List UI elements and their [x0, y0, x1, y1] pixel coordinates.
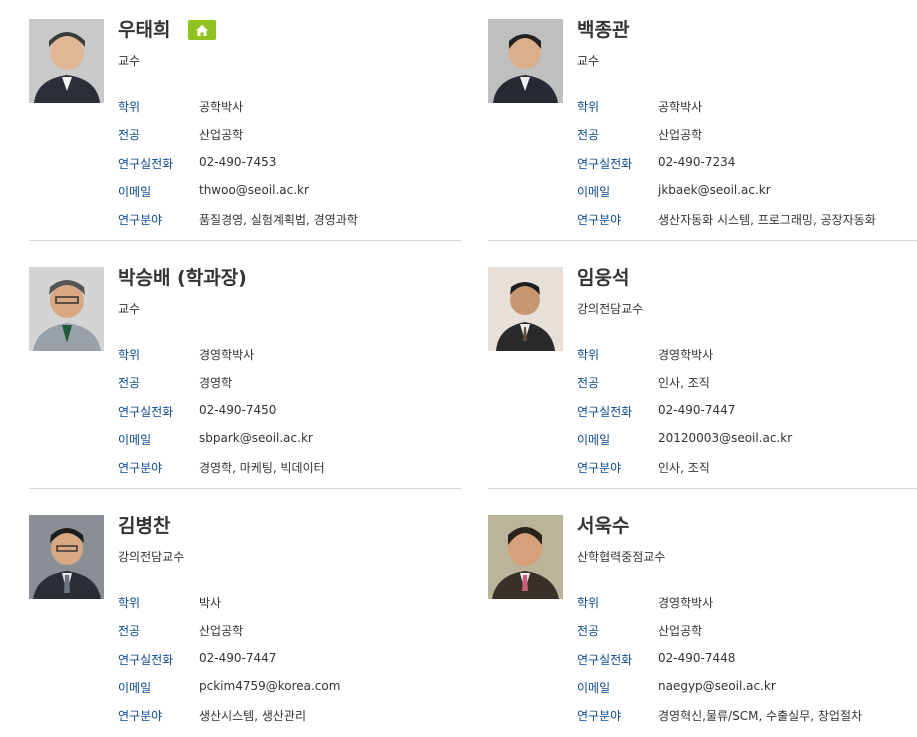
professor-card: 박승배 (학과장) 교수 학위 경영학박사 전공 경영학 연구실전화 02-490-7… — [29, 248, 461, 489]
major-value: 경영학 — [199, 376, 233, 390]
email-value[interactable]: thwoo@seoil.ac.kr — [199, 183, 309, 197]
degree-label: 학위 — [577, 348, 600, 362]
phone-label: 연구실전화 — [577, 405, 633, 419]
phone-label: 연구실전화 — [118, 405, 174, 419]
degree-value: 경영학박사 — [658, 596, 714, 610]
research-value: 경영학, 마케팅, 빅데이터 — [199, 461, 325, 475]
professor-name: 백종관 — [577, 19, 630, 41]
professor-position: 교수 — [118, 302, 141, 316]
degree-label: 학위 — [577, 100, 600, 114]
email-value[interactable]: sbpark@seoil.ac.kr — [199, 431, 313, 445]
phone-value: 02-490-7447 — [658, 403, 736, 417]
research-value: 생산자동화 시스템, 프로그래밍, 공장자동화 — [658, 213, 876, 227]
research-label: 연구분야 — [118, 213, 163, 227]
degree-value: 박사 — [199, 596, 222, 610]
professor-photo — [488, 267, 563, 351]
homepage-button[interactable] — [188, 20, 216, 40]
degree-label: 학위 — [118, 100, 141, 114]
major-label: 전공 — [577, 128, 600, 142]
research-value: 품질경영, 실험계획법, 경영과학 — [199, 213, 358, 227]
major-label: 전공 — [118, 624, 141, 638]
professor-card: 우태희 교수 학위 공학박사 전공 산업공학 연구실전화 02-490-7453 이메… — [29, 0, 461, 241]
research-value: 생산시스템, 생산관리 — [199, 709, 306, 723]
email-label: 이메일 — [118, 185, 152, 199]
major-value: 인사, 조직 — [658, 376, 710, 390]
professor-card: 임웅석 강의전담교수 학위 경영학박사 전공 인사, 조직 연구실전화 02-490-… — [488, 248, 917, 489]
professor-photo — [29, 267, 104, 351]
professor-name: 우태희 — [118, 19, 171, 41]
phone-label: 연구실전화 — [118, 653, 174, 667]
research-label: 연구분야 — [577, 709, 622, 723]
major-label: 전공 — [118, 376, 141, 390]
email-label: 이메일 — [577, 185, 611, 199]
professor-position: 강의전담교수 — [577, 302, 644, 316]
degree-label: 학위 — [118, 348, 141, 362]
major-value: 산업공학 — [658, 128, 703, 142]
major-label: 전공 — [577, 376, 600, 390]
research-label: 연구분야 — [118, 461, 163, 475]
degree-label: 학위 — [577, 596, 600, 610]
professor-photo — [488, 19, 563, 103]
degree-value: 공학박사 — [199, 100, 244, 114]
major-label: 전공 — [118, 128, 141, 142]
professor-position: 산학협력중점교수 — [577, 550, 666, 564]
research-value: 인사, 조직 — [658, 461, 710, 475]
email-label: 이메일 — [118, 681, 152, 695]
phone-value: 02-490-7448 — [658, 651, 736, 665]
email-value[interactable]: naegyp@seoil.ac.kr — [658, 679, 776, 693]
phone-value: 02-490-7234 — [658, 155, 736, 169]
major-value: 산업공학 — [658, 624, 703, 638]
professor-name: 박승배 (학과장) — [118, 267, 247, 289]
professor-photo — [488, 515, 563, 599]
professor-position: 교수 — [118, 54, 141, 68]
research-label: 연구분야 — [118, 709, 163, 723]
major-label: 전공 — [577, 624, 600, 638]
professor-name: 서욱수 — [577, 515, 630, 537]
email-label: 이메일 — [577, 681, 611, 695]
major-value: 산업공학 — [199, 624, 244, 638]
phone-label: 연구실전화 — [118, 157, 174, 171]
email-label: 이메일 — [118, 433, 152, 447]
degree-value: 경영학박사 — [199, 348, 255, 362]
professor-position: 강의전담교수 — [118, 550, 185, 564]
degree-value: 공학박사 — [658, 100, 703, 114]
research-label: 연구분야 — [577, 461, 622, 475]
email-value[interactable]: 20120003@seoil.ac.kr — [658, 431, 792, 445]
phone-value: 02-490-7453 — [199, 155, 277, 169]
phone-value: 02-490-7447 — [199, 651, 277, 665]
professor-photo — [29, 515, 104, 599]
professor-card: 백종관 교수 학위 공학박사 전공 산업공학 연구실전화 02-490-7234 이메… — [488, 0, 917, 241]
professor-card: 김병찬 강의전담교수 학위 박사 전공 산업공학 연구실전화 02-490-7447 … — [29, 496, 461, 736]
research-value: 경영혁신,물류/SCM, 수출실무, 창업절차 — [658, 709, 863, 723]
email-value[interactable]: pckim4759@korea.com — [199, 679, 340, 693]
phone-label: 연구실전화 — [577, 157, 633, 171]
major-value: 산업공학 — [199, 128, 244, 142]
email-value[interactable]: jkbaek@seoil.ac.kr — [658, 183, 771, 197]
email-label: 이메일 — [577, 433, 611, 447]
phone-value: 02-490-7450 — [199, 403, 277, 417]
professor-position: 교수 — [577, 54, 600, 68]
home-icon — [196, 24, 208, 36]
professor-photo — [29, 19, 104, 103]
degree-label: 학위 — [118, 596, 141, 610]
professor-name: 임웅석 — [577, 267, 630, 289]
professor-name: 김병찬 — [118, 515, 171, 537]
research-label: 연구분야 — [577, 213, 622, 227]
degree-value: 경영학박사 — [658, 348, 714, 362]
phone-label: 연구실전화 — [577, 653, 633, 667]
professor-card: 서욱수 산학협력중점교수 학위 경영학박사 전공 산업공학 연구실전화 02-490-… — [488, 496, 917, 736]
